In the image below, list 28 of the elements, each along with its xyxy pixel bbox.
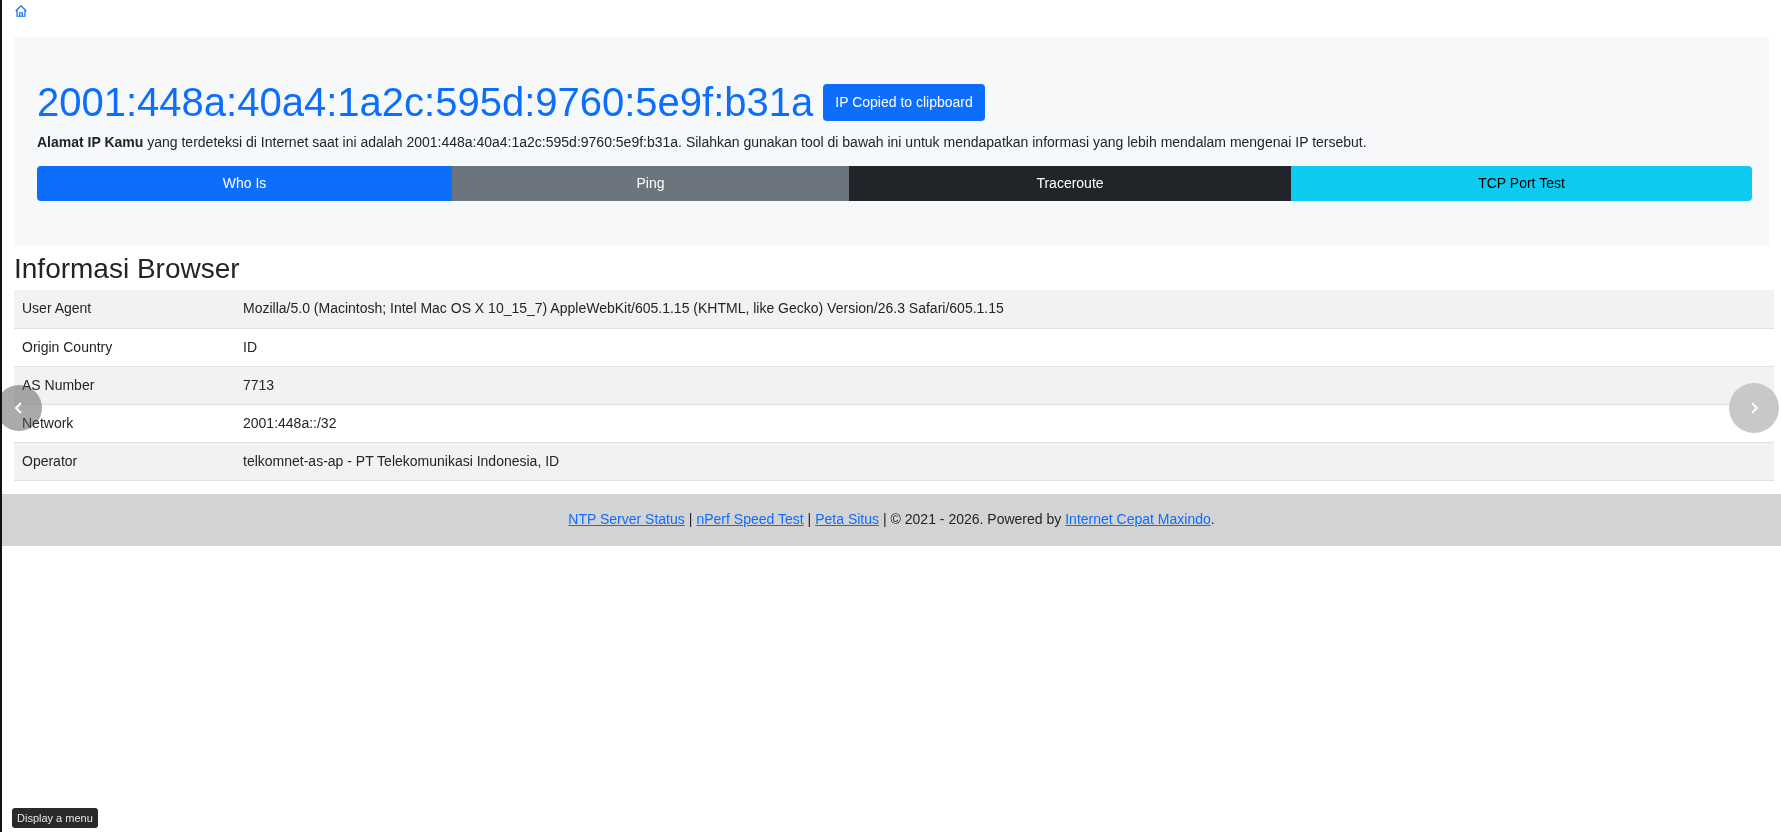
footer-link[interactable]: NTP Server Status xyxy=(568,509,685,530)
row-label: User Agent xyxy=(22,300,92,317)
row-label: AS Number xyxy=(22,376,95,393)
tool-button[interactable]: Traceroute xyxy=(849,166,1291,201)
copyright-text: | © 2021 - 2026. Powered by xyxy=(883,510,1062,529)
row-value: 2001:448a::/32 xyxy=(243,414,337,431)
row-value: telkomnet-as-ap - PT Telekomunikasi Indonesia, ID xyxy=(243,452,560,469)
home-icon[interactable] xyxy=(14,4,28,18)
tool-button[interactable]: TCP Port Test xyxy=(1291,166,1752,201)
copy-button[interactable]: IP Copied to clipboard xyxy=(823,83,985,121)
row-label: Network xyxy=(22,414,74,431)
period: . xyxy=(1210,510,1215,529)
ip-description: Alamat IP Kamu yang terdeteksi di Internet saat ini adalah 2001:448a:40a4:1a2c:595d:9760:5e9f:b31a. Silahkan gunakan tool di bawah ini untuk mendapatkan informasi yang lebih mendalam mengenai IP tersebut. xyxy=(37,133,1368,152)
tooltip: Display a menu xyxy=(12,807,98,828)
row-label: Origin Country xyxy=(22,338,113,355)
ip-address: 2001:448a:40a4:1a2c:595d:9760:5e9f:b31a xyxy=(37,82,814,122)
separator: | xyxy=(807,510,812,529)
footer-link[interactable]: nPerf Speed Test xyxy=(696,509,804,530)
row-value: Mozilla/5.0 (Macintosh; Intel Mac OS X 10_15_7) AppleWebKit/605.1.15 (KHTML, like Gecko) Version/26.3 Safari/605.1.15 xyxy=(243,300,1004,317)
footer-link[interactable]: Peta Situs xyxy=(815,509,880,530)
section-heading: Informasi Browser xyxy=(13,252,241,286)
separator: | xyxy=(688,510,693,529)
footer-link[interactable]: Internet Cepat Maxindo xyxy=(1065,509,1211,530)
tool-button[interactable]: Who Is xyxy=(37,166,452,201)
row-value: 7713 xyxy=(243,376,275,393)
row-value: ID xyxy=(243,338,257,355)
row-label: Operator xyxy=(22,452,78,469)
tool-button[interactable]: Ping xyxy=(452,166,849,201)
